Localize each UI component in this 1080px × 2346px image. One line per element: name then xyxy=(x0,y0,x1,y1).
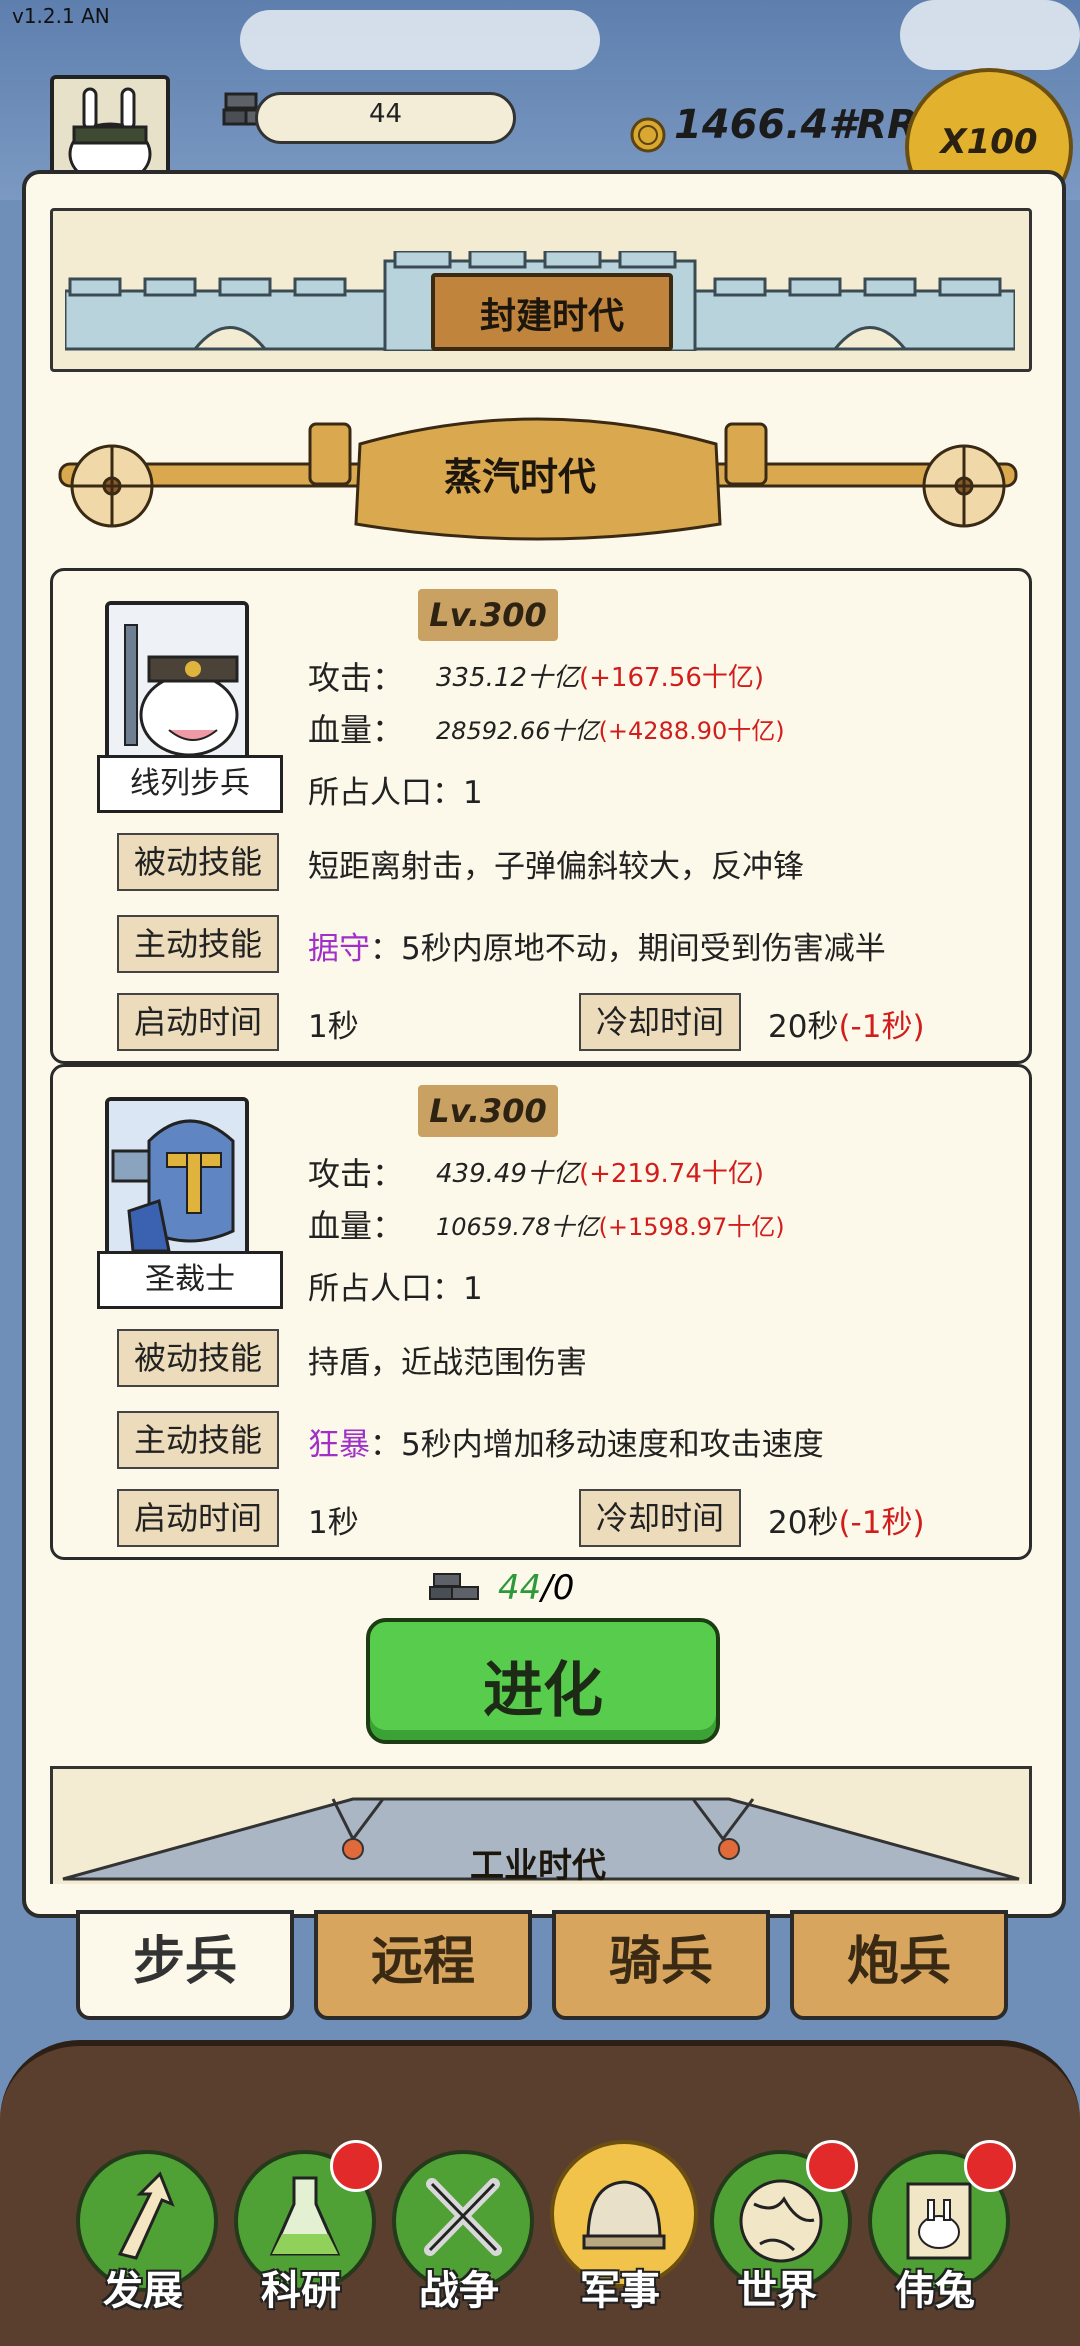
unit-portrait-line-infantry[interactable] xyxy=(105,601,249,765)
unit-level-badge: Lv.300 xyxy=(418,1085,558,1137)
hp-label: 血量： xyxy=(308,711,405,749)
passive-skill-tag: 被动技能 xyxy=(117,1329,279,1387)
attack-value: 439.49十亿(+219.74十亿) xyxy=(436,1153,764,1190)
nav-research-label: 科研 xyxy=(261,2268,341,2314)
cooldown-tag: 冷却时间 xyxy=(579,993,741,1051)
cooldown-base: 20秒 xyxy=(768,1505,839,1541)
unit-scroll-area[interactable]: 封建时代 蒸汽时代 线列步兵 Lv.300 攻击： 335.12十亿(+167.… xyxy=(30,178,1050,1884)
tab-cavalry[interactable]: 骑兵 xyxy=(552,1910,770,2020)
attack-value: 335.12十亿(+167.56十亿) xyxy=(436,657,764,694)
resource-counter: 44 xyxy=(255,92,516,144)
notification-dot xyxy=(806,2140,858,2192)
active-skill-desc: ：5秒内原地不动，期间受到伤害减半 xyxy=(370,931,886,967)
passive-skill-tag: 被动技能 xyxy=(117,833,279,891)
era-plate-feudal: 封建时代 xyxy=(431,273,673,351)
evolve-button-label: 进化 xyxy=(483,1656,603,1726)
evolve-cost: 44/0 xyxy=(498,1568,574,1608)
attack-bonus: (+219.74十亿) xyxy=(578,1159,765,1189)
nav-great-rabbit-label: 伟兔 xyxy=(895,2268,975,2314)
era-title-industrial: 工业时代 xyxy=(470,1846,606,1884)
evolve-cost-have: 44 xyxy=(498,1568,542,1608)
active-skill-text: 据守：5秒内原地不动，期间受到伤害减半 xyxy=(308,923,886,968)
start-time-tag: 启动时间 xyxy=(117,1489,279,1547)
unit-name: 线列步兵 xyxy=(97,755,283,813)
iron-ingot-icon xyxy=(429,1573,479,1600)
cooldown-value: 20秒(-1秒) xyxy=(768,1001,925,1046)
resource-value: 44 xyxy=(368,99,403,129)
attack-bonus: (+167.56十亿) xyxy=(578,663,765,693)
evolve-cost-need: /0 xyxy=(541,1568,575,1608)
cloud xyxy=(900,0,1080,70)
hp-bonus: (+4288.90十亿) xyxy=(598,717,785,745)
multiplier-label: X100 xyxy=(940,122,1038,162)
era-title-steam: 蒸汽时代 xyxy=(443,455,596,499)
passive-skill-text: 持盾，近战范围伤害 xyxy=(308,1345,587,1381)
unit-portrait-paladin[interactable] xyxy=(105,1097,249,1261)
unit-card: 圣裁士 Lv.300 攻击： 439.49十亿(+219.74十亿) 血量： 1… xyxy=(50,1064,1032,1560)
coin-icon xyxy=(628,115,668,155)
start-time-tag: 启动时间 xyxy=(117,993,279,1051)
unit-name: 圣裁士 xyxy=(97,1251,283,1309)
tab-artillery[interactable]: 炮兵 xyxy=(790,1910,1008,2020)
tab-infantry[interactable]: 步兵 xyxy=(76,1910,294,2020)
cooldown-base: 20秒 xyxy=(768,1009,839,1045)
active-skill-tag: 主动技能 xyxy=(117,1411,279,1469)
hp-value: 28592.66十亿(+4288.90十亿) xyxy=(436,711,785,746)
attack-label: 攻击： xyxy=(308,659,405,697)
population-text: 所占人口：1 xyxy=(308,1271,483,1307)
unit-level-badge: Lv.300 xyxy=(418,589,558,641)
active-skill-tag: 主动技能 xyxy=(117,915,279,973)
hp-base: 28592.66十亿 xyxy=(436,717,599,745)
cooldown-bonus: (-1秒) xyxy=(838,1505,925,1541)
tab-ranged[interactable]: 远程 xyxy=(314,1910,532,2020)
cloud xyxy=(240,10,600,70)
gold-value: 1466.4#RR xyxy=(674,102,918,148)
cooldown-bonus: (-1秒) xyxy=(838,1009,925,1045)
cooldown-tag: 冷却时间 xyxy=(579,1489,741,1547)
attack-base: 439.49十亿 xyxy=(436,1159,579,1189)
active-skill-name: 据守 xyxy=(308,931,370,967)
passive-skill-text: 短距离射击，子弹偏斜较大，反冲锋 xyxy=(308,849,804,885)
nav-develop-label: 发展 xyxy=(103,2268,183,2314)
nav-world-label: 世界 xyxy=(737,2268,817,2314)
active-skill-name: 狂暴 xyxy=(308,1427,370,1463)
version-label: v1.2.1 AN xyxy=(12,4,110,28)
population-text: 所占人口：1 xyxy=(308,775,483,811)
era-banner-feudal[interactable]: 封建时代 xyxy=(50,208,1032,372)
notification-dot xyxy=(964,2140,1016,2192)
cooldown-value: 20秒(-1秒) xyxy=(768,1497,925,1542)
attack-label: 攻击： xyxy=(308,1155,405,1193)
hp-value: 10659.78十亿(+1598.97十亿) xyxy=(436,1207,785,1242)
start-time-value: 1秒 xyxy=(308,1009,359,1045)
nav-war-label: 战争 xyxy=(419,2268,499,2314)
evolve-button[interactable]: 进化 xyxy=(366,1618,720,1744)
start-time-value: 1秒 xyxy=(308,1505,359,1541)
active-skill-text: 狂暴：5秒内增加移动速度和攻击速度 xyxy=(308,1419,824,1464)
active-skill-desc: ：5秒内增加移动速度和攻击速度 xyxy=(370,1427,824,1463)
attack-base: 335.12十亿 xyxy=(436,663,579,693)
notification-dot xyxy=(330,2140,382,2192)
era-title-feudal: 封建时代 xyxy=(479,296,624,337)
hp-label: 血量： xyxy=(308,1207,405,1245)
unit-card: 线列步兵 Lv.300 攻击： 335.12十亿(+167.56十亿) 血量： … xyxy=(50,568,1032,1064)
hp-base: 10659.78十亿 xyxy=(436,1213,599,1241)
nav-military-label: 军事 xyxy=(580,2268,660,2314)
hp-bonus: (+1598.97十亿) xyxy=(598,1213,785,1241)
